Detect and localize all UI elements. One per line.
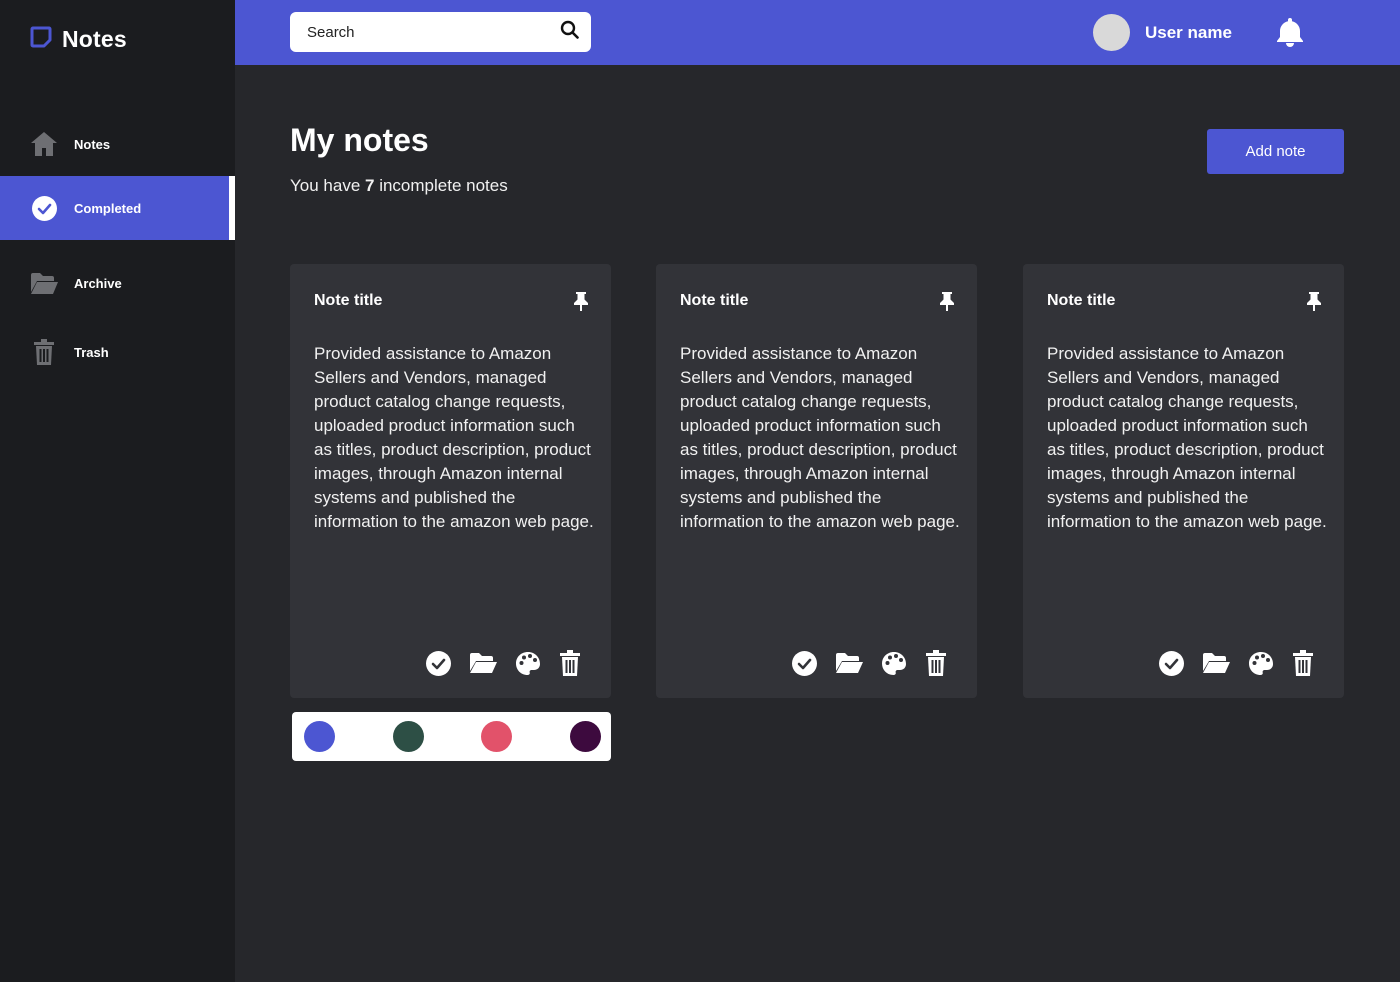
sidebar-item-label: Completed (74, 200, 142, 216)
palette-icon[interactable] (515, 651, 541, 676)
search-box[interactable] (290, 12, 591, 52)
add-note-button[interactable]: Add note (1207, 129, 1344, 174)
color-swatch-red[interactable] (481, 721, 513, 752)
palette-icon[interactable] (1248, 651, 1274, 676)
folder-open-icon (30, 269, 58, 297)
archive-folder-icon[interactable] (469, 652, 497, 674)
color-swatch-purple[interactable] (569, 721, 601, 752)
search-icon[interactable] (560, 20, 579, 44)
sidebar-item-completed[interactable]: Completed (0, 176, 235, 240)
archive-folder-icon[interactable] (1202, 652, 1230, 674)
note-body: Provided assistance to Amazon Sellers an… (680, 344, 960, 531)
color-palette (292, 712, 611, 761)
trash-icon[interactable] (925, 650, 947, 676)
app-logo[interactable]: Notes (30, 26, 127, 53)
sidebar-item-label: Notes (74, 136, 111, 152)
note-logo-icon (30, 26, 52, 53)
sidebar-item-archive[interactable]: Archive (0, 251, 235, 315)
note-card[interactable]: Note title Provided assistance to Amazon… (656, 264, 977, 698)
avatar[interactable] (1093, 14, 1130, 51)
color-swatch-blue[interactable] (304, 721, 335, 752)
top-bar: User name (235, 0, 1400, 65)
summary-prefix: You have (290, 176, 365, 195)
note-actions (1159, 650, 1314, 676)
archive-folder-icon[interactable] (835, 652, 863, 674)
sidebar-item-notes[interactable]: Notes (0, 112, 235, 176)
trash-icon (30, 338, 58, 366)
page-title: My notes (290, 122, 429, 158)
note-card[interactable]: Note title Provided assistance to Amazon… (290, 264, 611, 698)
note-title: Note title (314, 292, 383, 309)
color-swatch-green[interactable] (392, 721, 424, 752)
incomplete-notes-summary: You have 7 incomplete notes (290, 176, 508, 196)
note-title: Note title (680, 292, 749, 309)
app-title: Notes (62, 26, 127, 52)
sidebar-item-trash[interactable]: Trash (0, 320, 235, 384)
user-name[interactable]: User name (1145, 23, 1232, 43)
trash-icon[interactable] (559, 650, 581, 676)
sidebar-item-label: Archive (74, 275, 122, 291)
summary-suffix: incomplete notes (374, 176, 508, 195)
pin-icon[interactable] (939, 292, 955, 316)
complete-icon[interactable] (792, 650, 817, 676)
sidebar: Notes Notes Completed Archive Trash (0, 0, 235, 982)
complete-icon[interactable] (1159, 650, 1184, 676)
pin-icon[interactable] (573, 292, 589, 316)
sidebar-item-label: Trash (74, 344, 109, 360)
palette-icon[interactable] (881, 651, 907, 676)
note-actions (426, 650, 581, 676)
user-menu[interactable]: User name (1093, 14, 1232, 51)
check-circle-icon (30, 194, 58, 222)
note-card[interactable]: Note title Provided assistance to Amazon… (1023, 264, 1344, 698)
note-body: Provided assistance to Amazon Sellers an… (1047, 344, 1327, 531)
note-body: Provided assistance to Amazon Sellers an… (314, 344, 594, 531)
note-title: Note title (1047, 292, 1116, 309)
trash-icon[interactable] (1292, 650, 1314, 676)
bell-icon[interactable] (1275, 16, 1305, 53)
home-icon (30, 130, 58, 158)
complete-icon[interactable] (426, 650, 451, 676)
note-actions (792, 650, 947, 676)
pin-icon[interactable] (1306, 292, 1322, 316)
search-input[interactable] (307, 23, 560, 41)
